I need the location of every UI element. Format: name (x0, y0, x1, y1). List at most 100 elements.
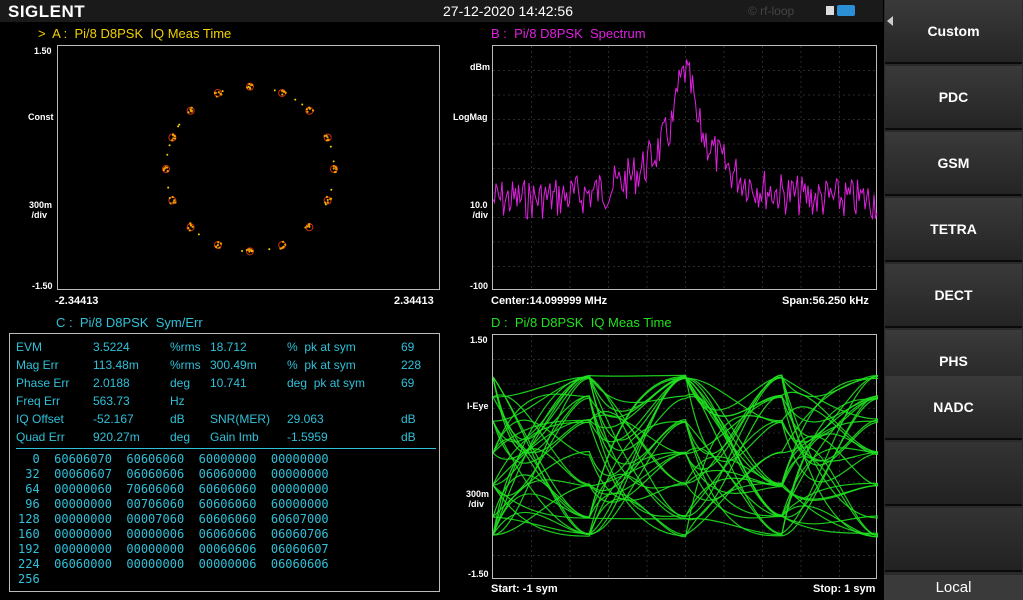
softkey-nadc[interactable]: NADC (885, 376, 1022, 440)
symbol-row: 128 00000000 00007060 60606060 60607000 (18, 512, 329, 526)
panel-d-y-scale: 300m /div (466, 489, 489, 509)
constellation-sample (217, 244, 219, 246)
symbol-row: 0 60606070 60606060 60000000 00000000 (18, 452, 329, 466)
constellation-sample (326, 196, 328, 198)
metric-value: 563.73 (93, 394, 130, 408)
constellation-sample (335, 166, 337, 168)
softkey-custom[interactable]: Custom (885, 0, 1022, 64)
constellation-transition (251, 250, 253, 252)
symbol-row: 96 00000000 00706060 60606060 60000000 (18, 497, 329, 511)
constellation-sample (215, 245, 217, 247)
constellation-transition (169, 144, 171, 146)
metric-value: 920.27m (93, 430, 140, 444)
local-button[interactable]: Local (884, 575, 1023, 600)
panel-d-stop: Stop: 1 sym (813, 583, 875, 595)
softkey-label: NADC (933, 399, 973, 415)
panel-d-y-top: 1.50 (470, 335, 488, 345)
eye-diagram-svg (493, 335, 878, 580)
eye-diagram-plot[interactable] (492, 334, 877, 579)
metric-label: Mag Err (16, 358, 59, 372)
symbol-row: 224 06060000 00000000 00000006 06060606 (18, 557, 329, 571)
constellation-sample (189, 229, 191, 231)
constellation-sample (249, 88, 251, 90)
constellation-sample (187, 227, 189, 229)
constellation-transition (198, 233, 200, 235)
constellation-sample (246, 249, 248, 251)
status-bar: SIGLENT 27-12-2020 14:42:56 © rf-loop (0, 0, 883, 22)
constellation-sample (172, 134, 174, 136)
panel-b-y-scale: 10.0 /div (470, 200, 488, 220)
metric-peak: 300.49m (210, 358, 257, 372)
constellation-sample (284, 244, 286, 246)
constellation-transition (241, 250, 243, 252)
metric-peak-label: % pk at sym (287, 340, 356, 354)
constellation-sample (248, 250, 250, 252)
constellation-transition (166, 154, 168, 156)
constellation-plot[interactable] (57, 45, 440, 290)
softkey-sidebar: Custom PDC GSM TETRA DECT PHS NADC Local (884, 0, 1023, 600)
panel-d-y-bottom: -1.50 (468, 569, 489, 579)
constellation-sample (172, 196, 174, 198)
softkey-label: DECT (934, 287, 972, 303)
metric-unit-2: dB (401, 412, 416, 426)
softkey-empty-1[interactable] (885, 442, 1022, 506)
softkey-empty-2[interactable] (885, 508, 1022, 572)
constellation-sample (324, 135, 326, 137)
constellation-svg (58, 46, 441, 291)
symbol-row: 256 (18, 572, 40, 586)
panel-b-title: B : Pi/8 D8PSK Spectrum (491, 26, 646, 41)
symbol-row: 32 00060607 06060606 06060000 00000000 (18, 467, 329, 481)
softkey-tetra[interactable]: TETRA (885, 198, 1022, 262)
constellation-sample (192, 226, 194, 228)
constellation-sample (174, 201, 176, 203)
constellation-transition (178, 124, 180, 126)
metric-value: 113.48m (93, 358, 139, 372)
panel-b-center: Center:14.099999 MHz (491, 295, 607, 307)
panel-a-y-bottom: -1.50 (32, 281, 53, 291)
metric-unit: dB (170, 412, 185, 426)
metric-value: 3.5224 (93, 340, 130, 354)
usb-icon (837, 5, 855, 16)
constellation-sample (306, 111, 308, 113)
metric-label: Freq Err (16, 394, 60, 408)
metric-peak-label: % pk at sym (287, 358, 356, 372)
constellation-sample (327, 201, 329, 203)
constellation-sample (174, 137, 176, 139)
constellation-sample (218, 91, 220, 93)
constellation-sample (324, 201, 326, 203)
datetime: 27-12-2020 14:42:56 (443, 3, 573, 19)
constellation-sample (219, 93, 221, 95)
softkey-gsm[interactable]: GSM (885, 132, 1022, 196)
softkey-dect[interactable]: DECT (885, 264, 1022, 328)
constellation-transition (330, 146, 332, 148)
metric-row-evm: EVM 3.5224 %rms 18.712 % pk at sym 69 (16, 340, 29, 356)
metric-unit: deg (170, 430, 190, 444)
metric-peak: 18.712 (210, 340, 247, 354)
constellation-sample (285, 92, 287, 94)
metric-value: 2.0188 (93, 376, 130, 390)
spectrum-plot[interactable] (492, 45, 877, 290)
metric-label: Quad Err (16, 430, 65, 444)
panel-a-y-top: 1.50 (34, 46, 52, 56)
constellation-transition (177, 125, 179, 127)
constellation-sample (282, 246, 284, 248)
panel-a-x-right: 2.34413 (394, 295, 434, 307)
constellation-transition (167, 187, 169, 189)
constellation-sample (214, 92, 216, 94)
constellation-sample (327, 139, 329, 141)
softkey-pdc[interactable]: PDC (885, 66, 1022, 130)
panel-d-title: D : Pi/8 D8PSK IQ Meas Time (491, 315, 672, 330)
constellation-sample (169, 202, 171, 204)
constellation-sample (220, 242, 222, 244)
panel-d-y-mode: I-Eye (467, 401, 489, 411)
metric-value-2: -1.5959 (287, 430, 328, 444)
constellation-sample (308, 224, 310, 226)
constellation-sample (334, 171, 336, 173)
constellation-sample (329, 198, 331, 200)
metric-unit: %rms (170, 358, 201, 372)
constellation-transition (325, 203, 327, 205)
panel-b-y-mode: LogMag (453, 112, 488, 122)
metric-value: -52.167 (93, 412, 134, 426)
constellation-sample (333, 167, 335, 169)
constellation-transition (301, 104, 303, 106)
